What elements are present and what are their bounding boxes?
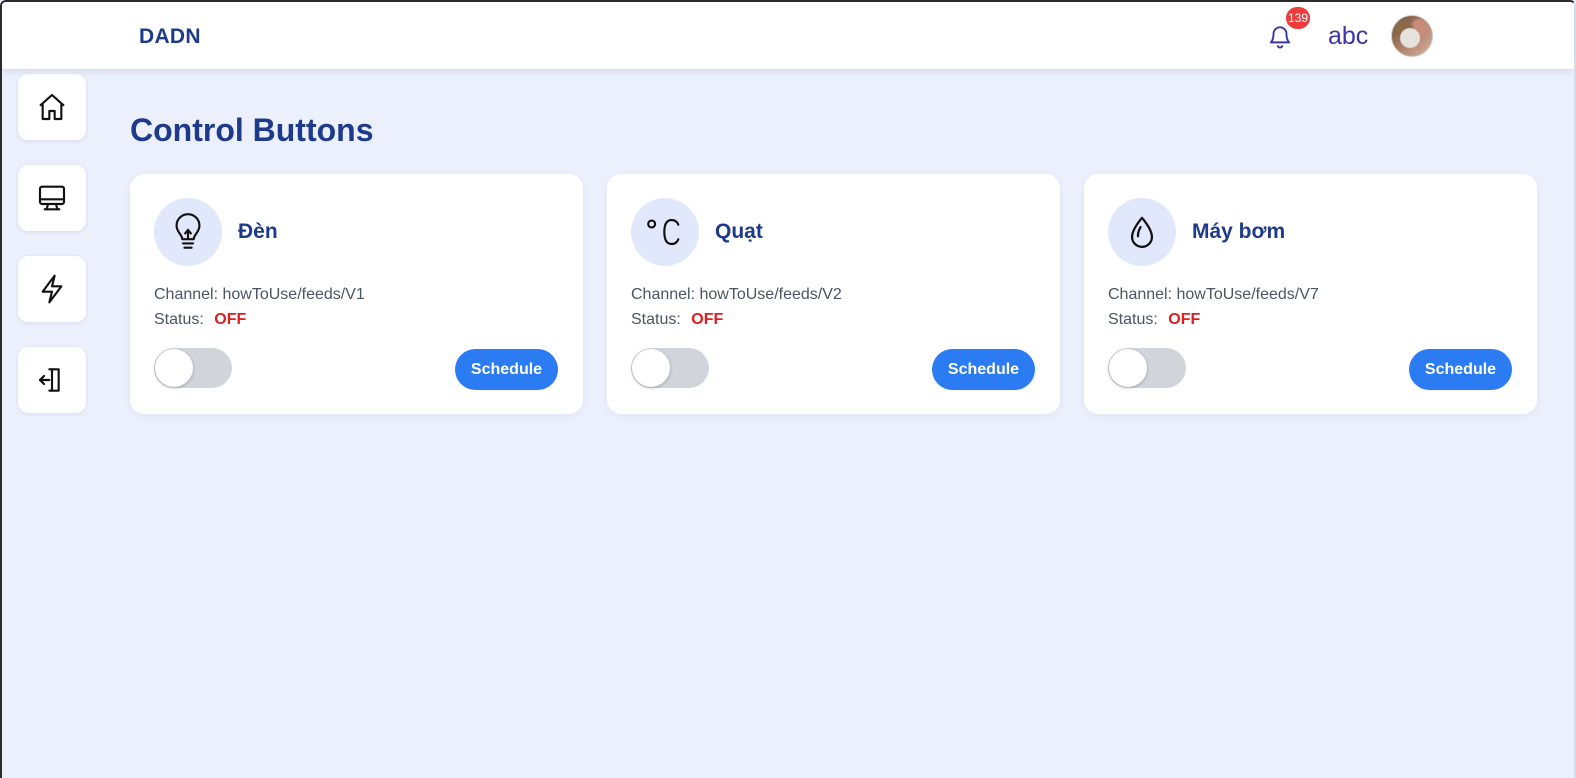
page-title: Control Buttons — [130, 112, 374, 148]
device-card-quat: Quạt Channel: howToUse/feeds/V2 Status: … — [607, 174, 1060, 414]
power-toggle[interactable] — [631, 348, 709, 388]
status-label: Status: — [631, 311, 681, 328]
toggle-knob — [1109, 349, 1147, 387]
lightbulb-icon — [175, 213, 201, 249]
home-icon — [39, 93, 65, 121]
channel-label: Channel: — [154, 286, 219, 303]
device-status: Status: OFF — [1108, 311, 1200, 329]
device-icon-wrap — [631, 198, 699, 266]
sidebar-item-devices[interactable] — [18, 165, 86, 231]
device-icon-wrap — [1108, 198, 1176, 266]
status-badge: OFF — [214, 311, 247, 328]
lightning-icon — [41, 274, 63, 304]
status-badge: OFF — [691, 311, 724, 328]
toggle-knob — [632, 349, 670, 387]
toggle-knob — [155, 349, 193, 387]
device-channel: Channel: howToUse/feeds/V1 — [154, 286, 365, 304]
monitor-icon — [38, 185, 66, 211]
water-drop-icon — [1130, 216, 1154, 248]
device-name: Máy bơm — [1192, 220, 1286, 243]
device-status: Status: OFF — [154, 311, 246, 329]
sidebar-item-control[interactable] — [18, 256, 86, 322]
brand-logo[interactable]: DADN — [139, 25, 201, 49]
channel-value: howToUse/feeds/V1 — [222, 286, 365, 303]
status-label: Status: — [154, 311, 204, 328]
app-window: DADN 139 abc Control Buttons Đèn Channel… — [0, 0, 1576, 778]
top-bar: DADN 139 abc — [2, 2, 1574, 69]
schedule-button[interactable]: Schedule — [455, 349, 558, 390]
device-icon-wrap — [154, 198, 222, 266]
bell-icon — [1269, 26, 1291, 49]
device-card-may-bom: Máy bơm Channel: howToUse/feeds/V7 Statu… — [1084, 174, 1537, 414]
status-badge: OFF — [1168, 311, 1201, 328]
schedule-button[interactable]: Schedule — [1409, 349, 1512, 390]
power-toggle[interactable] — [154, 348, 232, 388]
notification-badge: 139 — [1286, 7, 1311, 29]
status-label: Status: — [1108, 311, 1158, 328]
username[interactable]: abc — [1328, 22, 1368, 51]
channel-value: howToUse/feeds/V2 — [699, 286, 842, 303]
device-card-den: Đèn Channel: howToUse/feeds/V1 Status: O… — [130, 174, 583, 414]
sidebar-item-logout[interactable] — [18, 347, 86, 413]
device-channel: Channel: howToUse/feeds/V2 — [631, 286, 842, 304]
logout-icon — [38, 368, 60, 392]
device-name: Quạt — [715, 220, 763, 243]
power-toggle[interactable] — [1108, 348, 1186, 388]
avatar[interactable] — [1391, 15, 1433, 57]
device-channel: Channel: howToUse/feeds/V7 — [1108, 286, 1319, 304]
sidebar-item-home[interactable] — [18, 74, 86, 140]
channel-value: howToUse/feeds/V7 — [1176, 286, 1319, 303]
channel-label: Channel: — [631, 286, 696, 303]
device-name: Đèn — [238, 220, 278, 243]
schedule-button[interactable]: Schedule — [932, 349, 1035, 390]
device-status: Status: OFF — [631, 311, 723, 329]
celsius-icon — [647, 218, 680, 246]
channel-label: Channel: — [1108, 286, 1173, 303]
